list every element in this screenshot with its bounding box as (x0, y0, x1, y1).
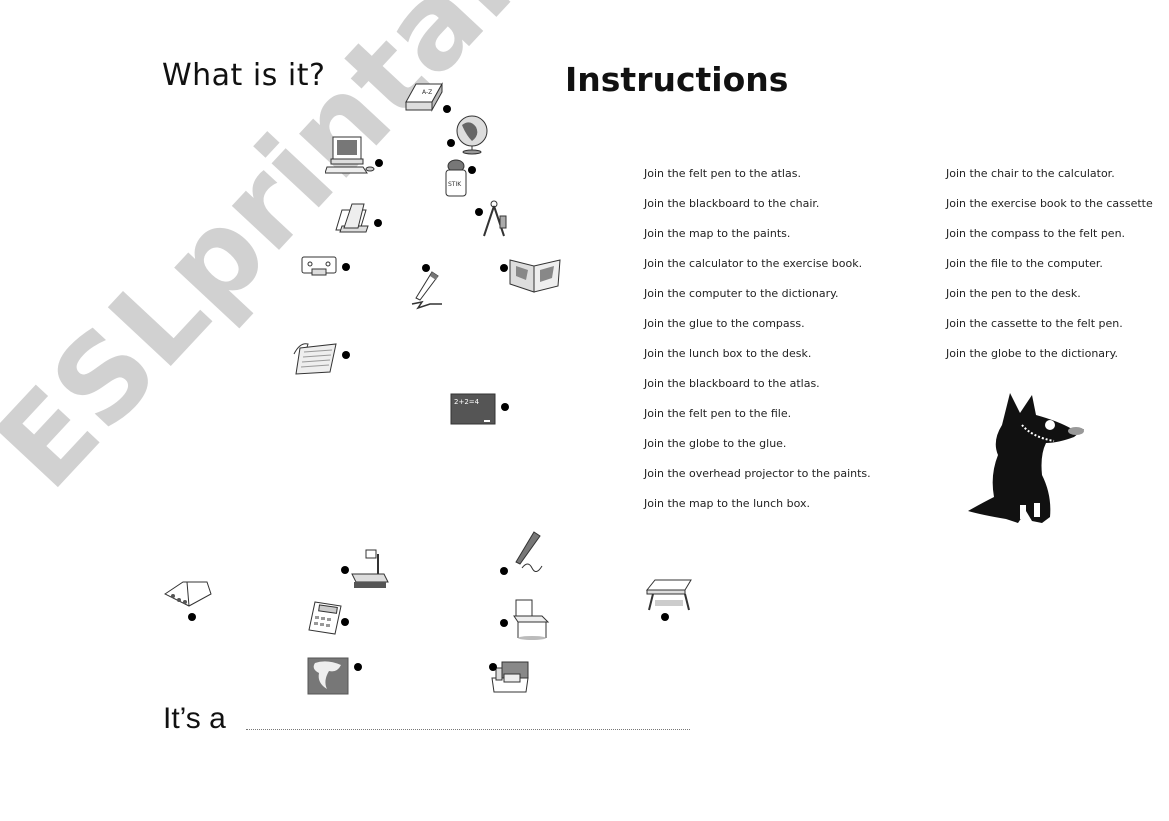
computer-dot[interactable] (375, 159, 383, 167)
exercise-book-icon (293, 343, 337, 375)
dictionary-dot[interactable] (443, 105, 451, 113)
paints-icon (164, 581, 212, 607)
globe-dot[interactable] (447, 139, 455, 147)
instructions-column-1: Join the felt pen to the atlas. Join the… (644, 167, 871, 527)
paints-dot[interactable] (188, 613, 196, 621)
dictionary-icon: A-Z (405, 82, 443, 112)
instruction-item: Join the overhead projector to the paint… (644, 467, 871, 480)
globe-icon (456, 115, 488, 155)
instructions-column-2: Join the chair to the calculator. Join t… (946, 167, 1153, 377)
answer-input-line[interactable] (246, 729, 690, 730)
pen-dot[interactable] (500, 567, 508, 575)
map-icon (307, 657, 349, 695)
chair-icon (513, 599, 550, 640)
answer-prefix: It’s a (163, 702, 226, 735)
instruction-item: Join the cassette to the felt pen. (946, 317, 1123, 330)
instruction-item: Join the felt pen to the atlas. (644, 167, 801, 180)
instruction-item: Join the map to the lunch box. (644, 497, 810, 510)
instruction-item: Join the globe to the glue. (644, 437, 787, 450)
compass-icon (483, 200, 507, 237)
atlas-dot[interactable] (500, 264, 508, 272)
blackboard-label: 2+2=4 (454, 398, 480, 406)
instruction-item: Join the blackboard to the chair. (644, 197, 820, 210)
calculator-dot[interactable] (341, 618, 349, 626)
overhead-projector-icon (351, 549, 389, 588)
computer-icon (325, 136, 375, 174)
atlas-icon (509, 259, 561, 293)
instruction-item: Join the blackboard to the atlas. (644, 377, 820, 390)
glue-label: STIK (448, 181, 462, 188)
instruction-item: Join the pen to the desk. (946, 287, 1081, 300)
map-dot[interactable] (354, 663, 362, 671)
instructions-title: Instructions (565, 60, 789, 99)
instruction-item: Join the computer to the dictionary. (644, 287, 839, 300)
compass-dot[interactable] (475, 208, 483, 216)
file-icon (335, 203, 369, 233)
glue-dot[interactable] (468, 166, 476, 174)
overhead-projector-dot[interactable] (341, 566, 349, 574)
instruction-item: Join the calculator to the exercise book… (644, 257, 863, 270)
question-title: What is it? (162, 58, 326, 93)
dictionary-label: A-Z (422, 89, 432, 96)
instruction-item: Join the felt pen to the file. (644, 407, 792, 420)
pen-icon (515, 531, 543, 572)
cassette-dot[interactable] (342, 263, 350, 271)
chair-dot[interactable] (500, 619, 508, 627)
instruction-item: Join the chair to the calculator. (946, 167, 1115, 180)
glue-icon: STIK (445, 159, 467, 197)
instruction-item: Join the glue to the compass. (644, 317, 805, 330)
exercise-book-dot[interactable] (342, 351, 350, 359)
desk-icon (645, 579, 692, 611)
calculator-icon (308, 601, 342, 635)
file-dot[interactable] (374, 219, 382, 227)
lunch-box-dot[interactable] (489, 663, 497, 671)
wolf-illustration (968, 393, 1084, 523)
felt-pen-dot[interactable] (422, 264, 430, 272)
instruction-item: Join the map to the paints. (644, 227, 791, 240)
instruction-item: Join the lunch box to the desk. (644, 347, 812, 360)
blackboard-icon: 2+2=4 (450, 393, 496, 425)
desk-dot[interactable] (661, 613, 669, 621)
blackboard-dot[interactable] (501, 403, 509, 411)
instruction-item: Join the compass to the felt pen. (946, 227, 1126, 240)
instruction-item: Join the globe to the dictionary. (946, 347, 1119, 360)
felt-pen-icon (411, 271, 442, 310)
cassette-icon (301, 256, 337, 276)
instruction-item: Join the file to the computer. (946, 257, 1103, 270)
instruction-item: Join the exercise book to the cassette (946, 197, 1153, 210)
